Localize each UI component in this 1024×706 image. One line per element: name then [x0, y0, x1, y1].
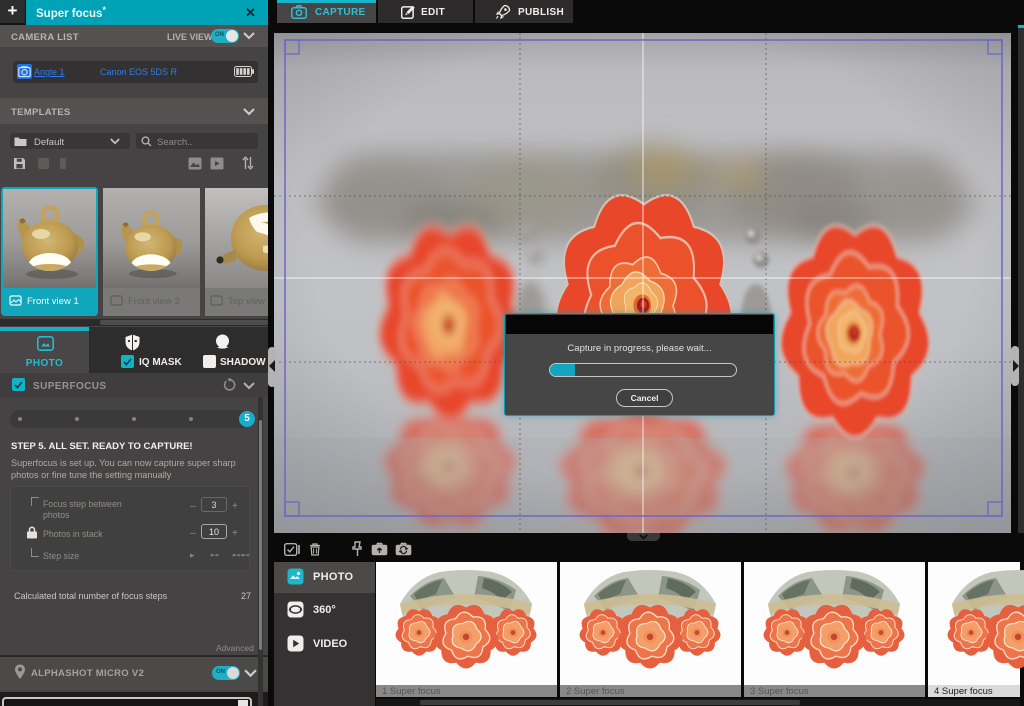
svg-text:2 Super focus: 2 Super focus — [566, 686, 625, 697]
svg-text:3 Super focus: 3 Super focus — [750, 686, 809, 697]
svg-text:4 Super focus: 4 Super focus — [934, 686, 993, 697]
svg-text:Front view 2: Front view 2 — [128, 296, 180, 307]
svg-text:Top view: Top view — [228, 296, 265, 307]
svg-text:1 Super focus: 1 Super focus — [382, 686, 441, 697]
svg-text:Front view 1: Front view 1 — [27, 296, 79, 307]
